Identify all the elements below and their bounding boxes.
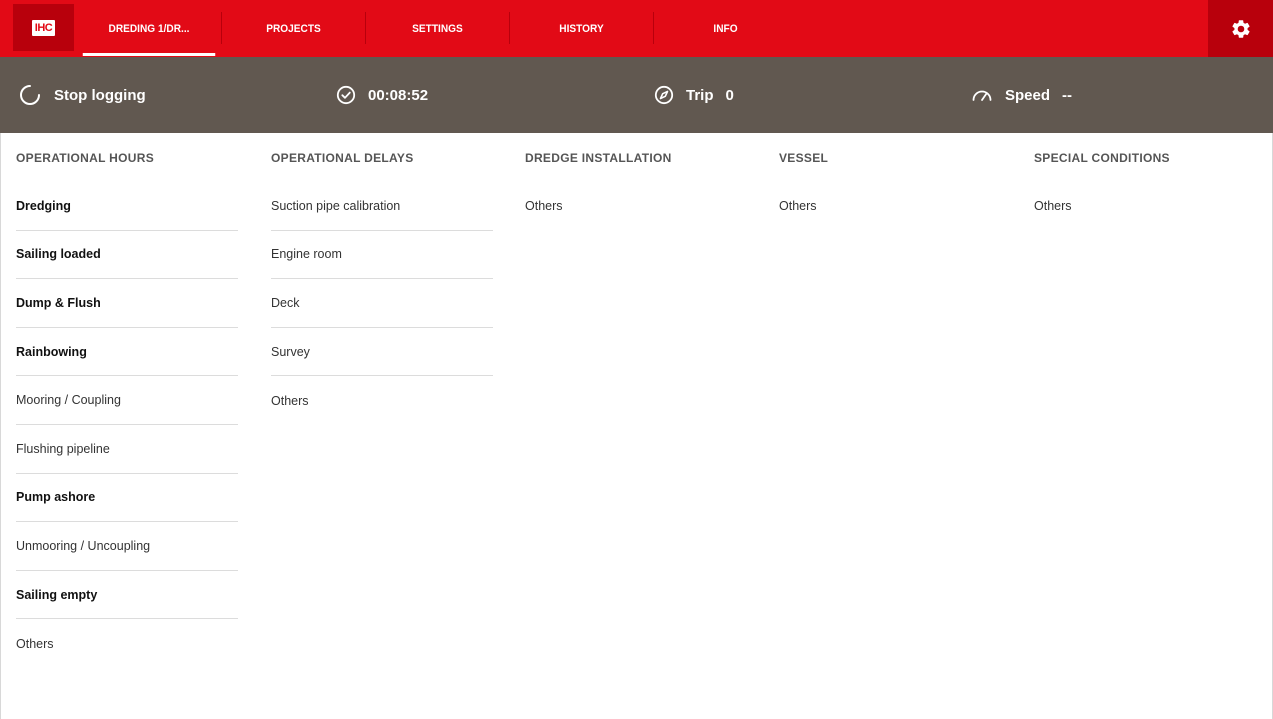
tab-divider	[365, 12, 366, 44]
stop-logging-button[interactable]: Stop logging	[18, 57, 146, 133]
tab-label: HISTORY	[559, 22, 604, 35]
tab-history[interactable]: HISTORY	[516, 0, 648, 57]
timer-value: 00:08:52	[368, 86, 429, 104]
tab-info[interactable]: INFO	[660, 0, 792, 57]
tab-label: DREDING 1/DR...	[108, 22, 190, 35]
list-item[interactable]: Others	[525, 182, 747, 231]
tab-projects[interactable]: PROJECTS	[228, 0, 360, 57]
activity-list: Others	[525, 182, 747, 231]
column-header: OPERATIONAL HOURS	[16, 151, 154, 165]
list-item[interactable]: Pump ashore	[16, 474, 238, 523]
list-item[interactable]: Others	[779, 182, 1001, 231]
tab-divider	[221, 12, 222, 44]
tab-label: PROJECTS	[266, 22, 321, 35]
list-item[interactable]: Flushing pipeline	[16, 425, 238, 474]
logo[interactable]: IHC	[13, 4, 74, 51]
tab-settings[interactable]: SETTINGS	[372, 0, 504, 57]
activity-panel: OPERATIONAL HOURS Dredging Sailing loade…	[0, 133, 1273, 719]
top-nav-bar: IHC DREDING 1/DR... PROJECTS SETTINGS HI…	[0, 0, 1273, 57]
list-item[interactable]: Dump & Flush	[16, 279, 238, 328]
trip-display: Trip 0	[654, 57, 734, 133]
tab-label: SETTINGS	[412, 22, 463, 35]
list-item[interactable]: Sailing loaded	[16, 231, 238, 280]
clock-check-icon	[336, 85, 356, 105]
list-item[interactable]: Survey	[271, 328, 493, 377]
stop-logging-label: Stop logging	[54, 86, 146, 104]
trip-value: 0	[725, 86, 734, 104]
list-item[interactable]: Rainbowing	[16, 328, 238, 377]
tab-label: INFO	[713, 22, 738, 35]
list-item[interactable]: Sailing empty	[16, 571, 238, 620]
activity-list: Others	[1034, 182, 1256, 231]
timer-display: 00:08:52	[336, 57, 428, 133]
list-item[interactable]: Others	[271, 376, 493, 425]
list-item[interactable]: Others	[16, 619, 238, 668]
logo-text: IHC	[31, 19, 56, 36]
list-item[interactable]: Engine room	[271, 231, 493, 280]
gear-icon	[1231, 19, 1250, 38]
tab-divider	[653, 12, 654, 44]
tab-divider	[509, 12, 510, 44]
list-item[interactable]: Mooring / Coupling	[16, 376, 238, 425]
compass-icon	[654, 85, 674, 105]
speedometer-icon	[972, 90, 992, 101]
column-header: SPECIAL CONDITIONS	[1034, 151, 1170, 165]
column-header: OPERATIONAL DELAYS	[271, 151, 414, 165]
activity-list: Others	[779, 182, 1001, 231]
list-item[interactable]: Deck	[271, 279, 493, 328]
list-item[interactable]: Suction pipe calibration	[271, 182, 493, 231]
activity-list: Dredging Sailing loaded Dump & Flush Rai…	[16, 182, 238, 668]
list-item[interactable]: Unmooring / Uncoupling	[16, 522, 238, 571]
status-bar: Stop logging 00:08:52 Trip 0 Speed --	[0, 57, 1273, 133]
list-item[interactable]: Others	[1034, 182, 1256, 231]
speed-display: Speed --	[971, 57, 1072, 133]
settings-button[interactable]	[1208, 0, 1273, 57]
activity-list: Suction pipe calibration Engine room Dec…	[271, 182, 493, 425]
list-item[interactable]: Dredging	[16, 182, 238, 231]
spinner-icon	[20, 85, 40, 105]
speed-value: --	[1062, 86, 1073, 104]
tab-dredging[interactable]: DREDING 1/DR...	[82, 0, 216, 57]
speed-label: Speed	[1005, 86, 1051, 104]
column-header: VESSEL	[779, 151, 829, 165]
column-header: DREDGE INSTALLATION	[525, 151, 672, 165]
trip-label: Trip	[686, 86, 714, 104]
